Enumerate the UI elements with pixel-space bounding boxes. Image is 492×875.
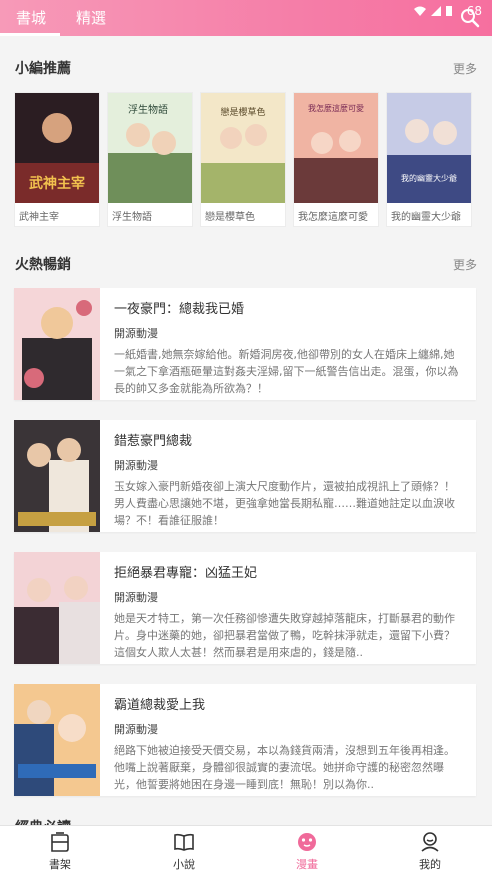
- book-cover: 我怎麼這麼可愛: [294, 93, 378, 203]
- nav-label: 小說: [173, 858, 195, 871]
- book-card[interactable]: 霸道總裁愛上我 開源動漫 絕路下她被迫接受天價交易，本以為錢貨兩清，沒想到五年後…: [14, 684, 476, 796]
- rec-item[interactable]: 我怎麼這麼可愛 我怎麼這麼可愛: [293, 92, 379, 227]
- tab-bookstore[interactable]: 書城: [16, 0, 46, 36]
- book-cover: [14, 420, 100, 532]
- book-cover: 武神主宰: [15, 93, 99, 203]
- book-title: 錯惹豪門總裁: [114, 434, 193, 449]
- book-title: 霸道總裁愛上我: [114, 698, 206, 713]
- nav-novel[interactable]: 小說: [154, 830, 214, 874]
- book-cover: [14, 552, 100, 664]
- nav-label: 我的: [419, 858, 441, 871]
- app-root: 書城 精選 68 小編推薦 更多 武神主宰 武神主宰 浮生物語 浮生物語 戀是櫻…: [0, 0, 492, 875]
- tab-active-indicator: [0, 33, 60, 36]
- rec-item-label: 浮生物語: [112, 212, 152, 223]
- rec-item[interactable]: 武神主宰 武神主宰: [14, 92, 100, 227]
- top-header: 書城 精選 68: [0, 0, 492, 36]
- book-card[interactable]: 錯惹豪門總裁 開源動漫 玉女嫁入豪門新婚夜卻上演大尺度動作片，還被拍成視訊上了頭…: [14, 420, 476, 532]
- rec-item[interactable]: 浮生物語 浮生物語: [107, 92, 193, 227]
- section-title-editor-picks: 小編推薦: [15, 61, 71, 77]
- nav-profile[interactable]: 我的: [400, 830, 460, 874]
- hot-sales-more-link[interactable]: 更多: [453, 256, 477, 273]
- search-icon[interactable]: [458, 6, 482, 30]
- nav-label: 漫畫: [296, 858, 318, 871]
- bottom-navigation: 書架 小說 漫畫 我的: [0, 825, 492, 875]
- hot-sales-header: 火熱暢銷 更多: [0, 248, 492, 278]
- battery-icon: [445, 6, 452, 16]
- book-icon: [174, 833, 194, 851]
- nav-comic[interactable]: 漫畫: [277, 830, 337, 874]
- book-cover: [14, 288, 100, 400]
- book-card[interactable]: 拒絕暴君專寵：凶猛王妃 開源動漫 她是天才特工，第一次任務卻慘遭失敗穿越掉落龍床…: [14, 552, 476, 664]
- book-card[interactable]: 一夜豪門：總裁我已婚 開源動漫 一紙婚書,她無奈嫁給他。新婚洞房夜,他卻帶別的女…: [14, 288, 476, 400]
- nav-label: 書架: [49, 858, 71, 871]
- book-title: 拒絕暴君專寵：凶猛王妃: [114, 566, 258, 581]
- signal-icon: [430, 6, 441, 16]
- nav-bookshelf[interactable]: 書架: [30, 830, 90, 874]
- rec-item-label: 我的幽靈大少爺: [391, 212, 461, 223]
- cover-title: 浮生物語: [128, 103, 168, 116]
- wifi-icon: [413, 6, 426, 16]
- tab-featured[interactable]: 精選: [76, 0, 106, 36]
- bookshelf-icon: [51, 832, 69, 852]
- book-description: 一紙婚書,她無奈嫁給他。新婚洞房夜,他卻帶別的女人在婚床上纏綿,她一氣之下拿酒瓶…: [114, 348, 459, 395]
- rec-item-label: 武神主宰: [19, 212, 59, 223]
- editor-picks-list: 武神主宰 武神主宰 浮生物語 浮生物語 戀是櫻草色 戀是櫻草色 我怎麼這麼可愛 …: [12, 92, 480, 227]
- profile-icon: [421, 832, 439, 852]
- book-description: 絕路下她被迫接受天價交易，本以為錢貨兩清，沒想到五年後再相逢。 他嘴上說著厭棄，…: [114, 744, 455, 791]
- editor-picks-header: 小編推薦 更多: [0, 52, 492, 82]
- cover-title: 我怎麼這麼可愛: [308, 103, 364, 113]
- book-description: 玉女嫁入豪門新婚夜卻上演大尺度動作片，還被拍成視訊上了頭條？！男人費盡心思讓她不…: [114, 480, 455, 527]
- editor-picks-more-link[interactable]: 更多: [453, 60, 477, 77]
- book-author: 開源動漫: [114, 591, 158, 604]
- section-title-hot-sales: 火熱暢銷: [15, 257, 71, 273]
- cover-title: 戀是櫻草色: [220, 106, 265, 118]
- cover-title: 武神主宰: [29, 175, 85, 192]
- comic-icon: [298, 833, 316, 851]
- book-author: 開源動漫: [114, 723, 158, 736]
- book-cover: 浮生物語: [108, 93, 192, 203]
- book-author: 開源動漫: [114, 327, 158, 340]
- book-author: 開源動漫: [114, 459, 158, 472]
- cover-title: 我的幽靈大少爺: [401, 173, 457, 183]
- rec-item[interactable]: 我的幽靈大少爺 我的幽靈大少爺: [386, 92, 472, 227]
- rec-item-label: 我怎麼這麼可愛: [298, 212, 368, 223]
- book-cover: [14, 684, 100, 796]
- rec-item-label: 戀是櫻草色: [205, 212, 255, 223]
- rec-item[interactable]: 戀是櫻草色 戀是櫻草色: [200, 92, 286, 227]
- book-title: 一夜豪門：總裁我已婚: [114, 302, 245, 317]
- book-cover: 戀是櫻草色: [201, 93, 285, 203]
- book-cover: 我的幽靈大少爺: [387, 93, 471, 203]
- book-description: 她是天才特工，第一次任務卻慘遭失敗穿越掉落龍床，打斷暴君的動作片。身中迷藥的她，…: [114, 612, 455, 659]
